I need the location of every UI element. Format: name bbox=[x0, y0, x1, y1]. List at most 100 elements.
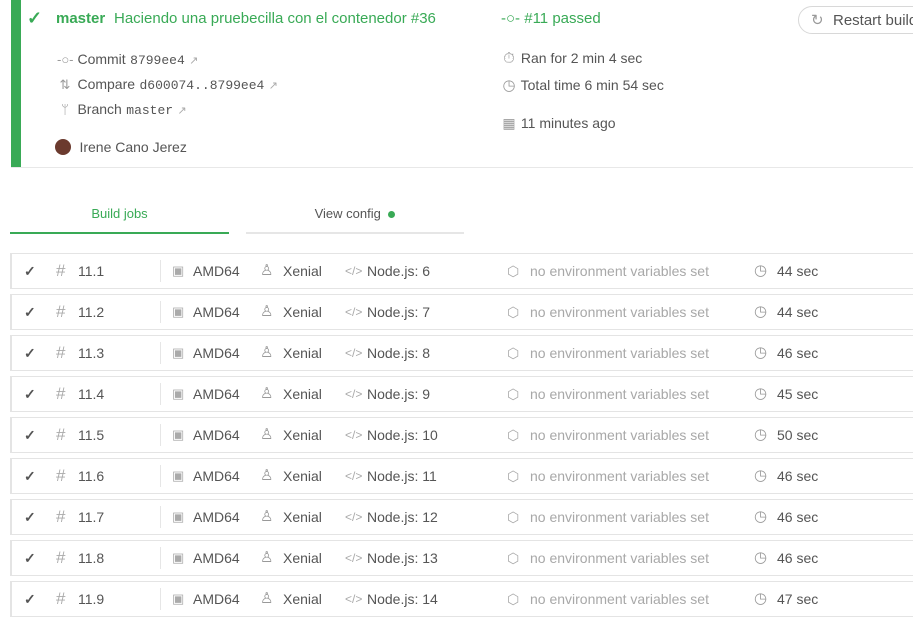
branch-name-link[interactable]: master bbox=[126, 103, 173, 118]
status-bar bbox=[11, 0, 21, 167]
job-number: 11.7 bbox=[78, 509, 105, 525]
linux-icon: ♙ bbox=[260, 262, 274, 279]
calendar-icon: ▦ bbox=[502, 115, 516, 131]
branch-row: ᛘ Branch master ↗ bbox=[57, 101, 187, 119]
commit-label: Commit bbox=[77, 51, 126, 67]
hash-icon: # bbox=[56, 466, 66, 485]
external-link-icon[interactable]: ↗ bbox=[178, 105, 187, 117]
job-os: Xenial bbox=[283, 304, 322, 320]
code-icon: </> bbox=[345, 428, 363, 442]
job-os: Xenial bbox=[283, 550, 322, 566]
clock-icon: ◷ bbox=[754, 549, 768, 566]
job-passed-check-icon: ✓ bbox=[24, 468, 36, 484]
job-language: Node.js: 8 bbox=[367, 345, 431, 361]
job-number: 11.1 bbox=[78, 263, 105, 279]
job-arch: AMD64 bbox=[193, 345, 240, 361]
author-name: Irene Cano Jerez bbox=[79, 138, 187, 155]
divider bbox=[160, 506, 161, 528]
external-link-icon[interactable]: ↗ bbox=[189, 55, 198, 67]
job-number: 11.8 bbox=[78, 550, 105, 566]
job-number: 11.6 bbox=[78, 468, 105, 484]
config-status-dot bbox=[388, 211, 396, 219]
linux-icon: ♙ bbox=[260, 467, 274, 484]
job-arch: AMD64 bbox=[193, 591, 240, 607]
job-language: Node.js: 7 bbox=[367, 304, 431, 320]
job-row[interactable]: ✓ # 11.6 ▣ AMD64 ♙ Xenial </> Node.js: 1… bbox=[10, 458, 913, 494]
job-env: no environment variables set bbox=[530, 304, 709, 320]
clock-icon: ◷ bbox=[502, 77, 516, 94]
job-number: 11.2 bbox=[78, 304, 105, 320]
commit-message-link[interactable]: Haciendo una pruebecilla con el contened… bbox=[114, 10, 436, 27]
linux-icon: ♙ bbox=[260, 385, 274, 402]
linux-icon: ♙ bbox=[260, 508, 274, 525]
cpu-icon: ▣ bbox=[172, 263, 185, 278]
external-link-icon[interactable]: ↗ bbox=[269, 80, 278, 92]
job-arch: AMD64 bbox=[193, 468, 240, 484]
job-arch: AMD64 bbox=[193, 509, 240, 525]
hash-icon: # bbox=[56, 425, 66, 444]
job-env: no environment variables set bbox=[530, 509, 709, 525]
code-icon: </> bbox=[345, 551, 363, 565]
job-os: Xenial bbox=[283, 468, 322, 484]
job-env: no environment variables set bbox=[530, 468, 709, 484]
job-row[interactable]: ✓ # 11.5 ▣ AMD64 ♙ Xenial </> Node.js: 1… bbox=[10, 417, 913, 453]
tab-build-jobs[interactable]: Build jobs bbox=[10, 196, 229, 234]
job-arch: AMD64 bbox=[193, 550, 240, 566]
job-row[interactable]: ✓ # 11.7 ▣ AMD64 ♙ Xenial </> Node.js: 1… bbox=[10, 499, 913, 535]
job-passed-check-icon: ✓ bbox=[24, 386, 36, 402]
box-icon: ⬡ bbox=[507, 427, 520, 443]
code-icon: </> bbox=[345, 305, 363, 319]
box-icon: ⬡ bbox=[507, 345, 520, 361]
box-icon: ⬡ bbox=[507, 509, 520, 525]
linux-icon: ♙ bbox=[260, 590, 274, 607]
job-env: no environment variables set bbox=[530, 263, 709, 279]
tab-build-jobs-label: Build jobs bbox=[91, 206, 148, 221]
commit-hash-link[interactable]: 8799ee4 bbox=[130, 53, 185, 68]
branch-link[interactable]: master bbox=[56, 10, 105, 27]
job-passed-check-icon: ✓ bbox=[24, 263, 36, 279]
job-env: no environment variables set bbox=[530, 345, 709, 361]
job-env: no environment variables set bbox=[530, 591, 709, 607]
job-row[interactable]: ✓ # 11.3 ▣ AMD64 ♙ Xenial </> Node.js: 8… bbox=[10, 335, 913, 371]
build-status[interactable]: -○- #11 passed bbox=[501, 10, 601, 27]
compare-icon: ⇅ bbox=[59, 77, 71, 92]
linux-icon: ♙ bbox=[260, 344, 274, 361]
cpu-icon: ▣ bbox=[172, 345, 185, 360]
divider bbox=[160, 465, 161, 487]
job-arch: AMD64 bbox=[193, 427, 240, 443]
job-language: Node.js: 10 bbox=[367, 427, 438, 443]
divider bbox=[160, 301, 161, 323]
job-language: Node.js: 6 bbox=[367, 263, 431, 279]
divider bbox=[160, 424, 161, 446]
tab-view-config[interactable]: View config bbox=[246, 196, 464, 234]
time-ago-row: ▦ 11 minutes ago bbox=[501, 115, 616, 132]
ran-for-row: ⏱ Ran for 2 min 4 sec bbox=[501, 50, 642, 67]
job-row[interactable]: ✓ # 11.9 ▣ AMD64 ♙ Xenial </> Node.js: 1… bbox=[10, 581, 913, 617]
cpu-icon: ▣ bbox=[172, 468, 185, 483]
job-row[interactable]: ✓ # 11.8 ▣ AMD64 ♙ Xenial </> Node.js: 1… bbox=[10, 540, 913, 576]
code-icon: </> bbox=[345, 469, 363, 483]
divider bbox=[160, 547, 161, 569]
commit-row: -○- Commit 8799ee4 ↗ bbox=[57, 51, 198, 69]
cpu-icon: ▣ bbox=[172, 550, 185, 565]
job-row[interactable]: ✓ # 11.4 ▣ AMD64 ♙ Xenial </> Node.js: 9… bbox=[10, 376, 913, 412]
hash-icon: # bbox=[56, 261, 66, 280]
hash-icon: # bbox=[56, 548, 66, 567]
restart-build-button[interactable]: ↻ Restart build bbox=[798, 6, 913, 34]
linux-icon: ♙ bbox=[260, 303, 274, 320]
cpu-icon: ▣ bbox=[172, 427, 185, 442]
cpu-icon: ▣ bbox=[172, 509, 185, 524]
job-duration: 44 sec bbox=[777, 304, 819, 320]
stopwatch-icon: ⏱ bbox=[503, 50, 515, 67]
job-os: Xenial bbox=[283, 591, 322, 607]
linux-icon: ♙ bbox=[260, 549, 274, 566]
code-icon: </> bbox=[345, 346, 363, 360]
clock-icon: ◷ bbox=[754, 590, 768, 607]
time-ago-text: 11 minutes ago bbox=[520, 115, 616, 131]
job-row[interactable]: ✓ # 11.1 ▣ AMD64 ♙ Xenial </> Node.js: 6… bbox=[10, 253, 913, 289]
job-row[interactable]: ✓ # 11.2 ▣ AMD64 ♙ Xenial </> Node.js: 7… bbox=[10, 294, 913, 330]
job-os: Xenial bbox=[283, 386, 322, 402]
linux-icon: ♙ bbox=[260, 426, 274, 443]
compare-range-link[interactable]: d600074..8799ee4 bbox=[140, 78, 265, 93]
code-icon: </> bbox=[345, 264, 363, 278]
